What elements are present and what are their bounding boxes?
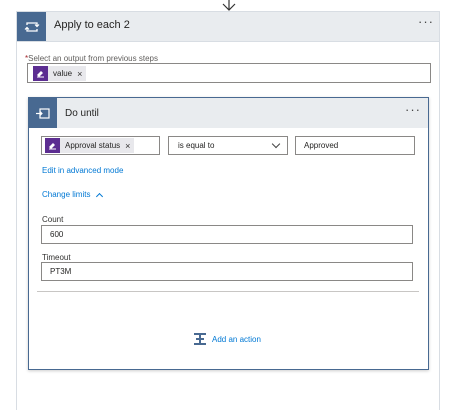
edit-advanced-mode-link[interactable]: Edit in advanced mode (42, 166, 123, 175)
timeout-label: Timeout (42, 253, 71, 262)
remove-token-icon[interactable]: × (77, 69, 82, 79)
do-until-icon (29, 98, 57, 128)
value-token[interactable]: value × (33, 66, 87, 81)
select-output-label: *Select an output from previous steps (25, 54, 158, 63)
chevron-down-icon (271, 139, 281, 149)
select-output-label-text: Select an output from previous steps (28, 54, 158, 63)
divider (37, 291, 419, 292)
loop-icon (17, 12, 46, 41)
approval-icon (45, 138, 60, 153)
apply-to-each-title: Apply to each 2 (54, 19, 130, 31)
timeout-input[interactable]: PT3M (41, 262, 413, 281)
add-action-label: Add an action (212, 334, 261, 344)
remove-token-icon[interactable]: × (125, 141, 130, 151)
approval-status-token[interactable]: Approval status × (45, 138, 135, 153)
do-until-title: Do until (65, 108, 99, 119)
more-options-icon[interactable]: ··· (405, 103, 421, 116)
value-token-label: value (53, 69, 73, 78)
operator-value: is equal to (178, 141, 215, 150)
operator-dropdown[interactable]: is equal to (168, 136, 288, 155)
chevron-up-icon (96, 192, 104, 200)
approval-icon (33, 66, 48, 81)
count-label: Count (42, 215, 64, 224)
condition-value-input[interactable]: Approved (295, 136, 415, 155)
change-limits-label: Change limits (42, 190, 91, 199)
count-input[interactable]: 600 (41, 225, 413, 244)
change-limits-link[interactable]: Change limits (42, 190, 104, 200)
more-options-icon[interactable]: ··· (418, 15, 434, 28)
add-action-button[interactable]: Add an action (193, 332, 261, 346)
approval-status-token-label: Approval status (65, 141, 121, 150)
condition-left-input[interactable]: Approval status × (41, 136, 160, 155)
select-output-input[interactable]: value × (27, 63, 431, 83)
add-action-icon (194, 333, 206, 345)
